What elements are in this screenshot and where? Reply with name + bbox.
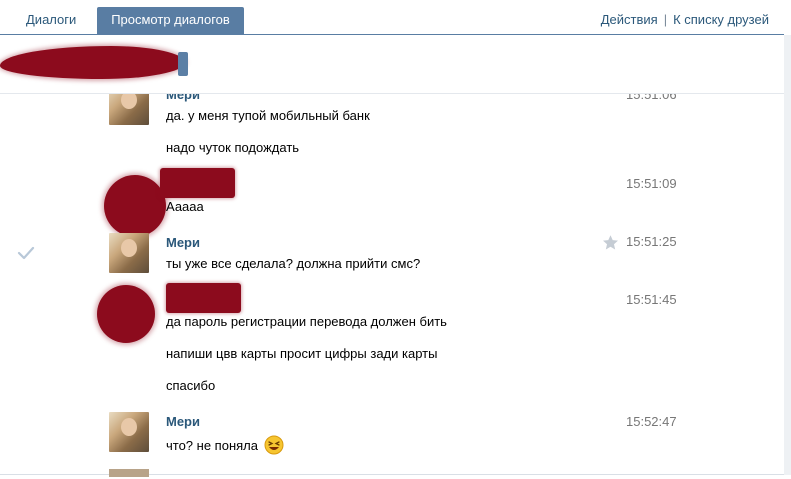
message-text: напиши цвв карты просит цифры зади карты [166,346,438,361]
message-text: да. у меня тупой мобильный банк [166,108,370,123]
redacted-avatar [97,285,155,343]
message-time: 15:51:09 [626,176,677,191]
laughing-emoji [264,435,284,455]
actions-link[interactable]: Действия [601,12,658,27]
message-text: спасибо [166,378,216,393]
scrollbar[interactable] [784,35,791,475]
message-text: Ааааа [166,199,204,214]
message-time: 15:51:25 [626,234,677,249]
tab-dialogs[interactable]: Диалоги [14,7,88,35]
avatar [109,469,149,477]
message-text-content: что? не поняла [166,438,258,453]
redacted-avatar [104,175,166,237]
message-text: ты уже все сделала? должна прийти смс? [166,256,421,271]
tab-bar: Диалоги Просмотр диалогов Действия | К спи… [0,0,784,35]
message-author[interactable]: Мери [166,235,200,250]
message-time: 15:52:47 [626,414,677,429]
message-text: надо чуток подождать [166,140,300,155]
friends-list-link[interactable]: К списку друзей [673,12,769,27]
avatar[interactable] [109,233,149,273]
redacted-author [166,283,241,313]
message-text: да пароль регистрации перевода должен би… [166,314,447,329]
actions-separator: | [663,12,668,27]
star-icon[interactable] [602,234,619,251]
message-time: 15:51:45 [626,292,677,307]
message-author[interactable]: Мери [166,414,200,429]
redacted-author [160,168,235,198]
header-actions: Действия | К списку друзей [601,7,769,33]
avatar[interactable] [109,412,149,452]
message-text: что? не поняла [166,435,284,455]
participant-link-fragment [178,52,188,76]
tab-view-dialogs[interactable]: Просмотр диалогов [97,7,244,35]
check-icon[interactable] [17,246,35,260]
